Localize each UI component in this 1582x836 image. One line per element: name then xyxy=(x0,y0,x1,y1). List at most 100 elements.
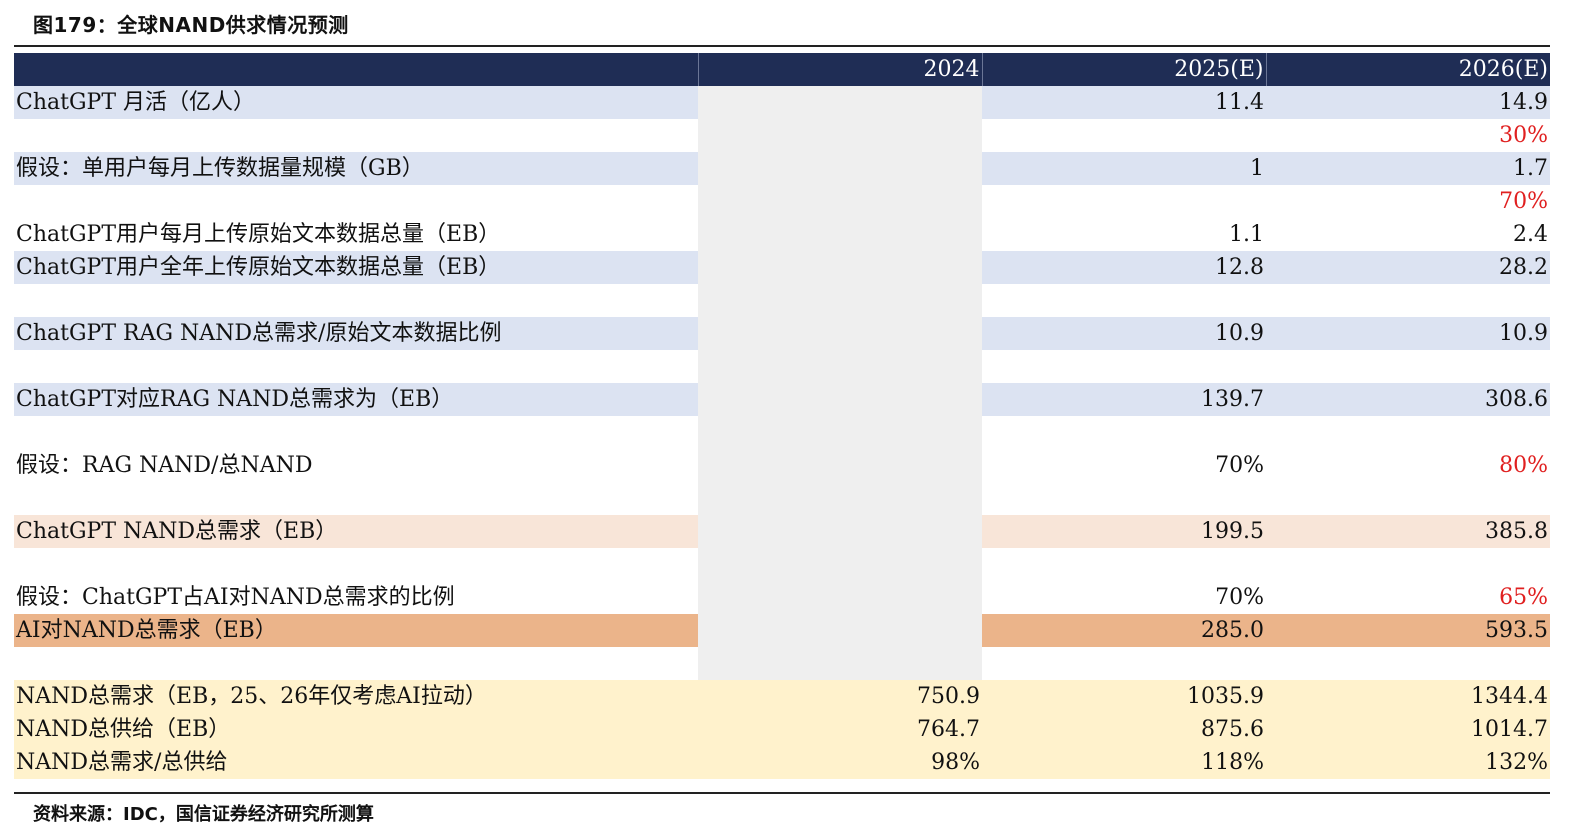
value-2026e xyxy=(1266,548,1550,581)
table-row: 70% xyxy=(14,185,1550,218)
value-2025e: 1 xyxy=(982,152,1266,185)
row-label xyxy=(14,185,698,218)
value-2024 xyxy=(698,218,982,251)
row-label xyxy=(14,350,698,383)
row-label xyxy=(14,416,698,449)
value-2024 xyxy=(698,482,982,515)
figure-title: 图179：全球NAND供求情况预测 xyxy=(33,13,349,37)
row-label: 假设：RAG NAND/总NAND xyxy=(16,453,313,478)
row-label: NAND总需求/总供给 xyxy=(14,746,698,779)
row-label: ChatGPT用户每月上传原始文本数据总量（EB） xyxy=(16,222,501,247)
value-2026e: 1014.7 xyxy=(1266,713,1550,746)
table-row: AI对NAND总需求（EB） 285.0 593.5 xyxy=(14,614,1550,647)
value-2025e xyxy=(982,416,1266,449)
value-2025e xyxy=(982,350,1266,383)
row-label: ChatGPT对应RAG NAND总需求为（EB） xyxy=(14,383,698,416)
value-2025e: 285.0 xyxy=(982,614,1266,647)
value-2024 xyxy=(698,383,982,416)
value-2026e xyxy=(1266,350,1550,383)
table-row: 假设：RAG NAND/总NAND 70% 80% xyxy=(14,449,1550,482)
value-2025e: 12.8 xyxy=(982,251,1266,284)
table-header-row: 2024 2025(E) 2026(E) xyxy=(14,53,1550,86)
row-label: ChatGPT用户全年上传原始文本数据总量（EB） xyxy=(14,251,698,284)
row-label: ChatGPT 月活（亿人） xyxy=(14,86,698,119)
table-row: NAND总需求（EB，25、26年仅考虑AI拉动） 750.9 1035.9 1344… xyxy=(14,680,1550,713)
row-label xyxy=(14,647,698,680)
table-row xyxy=(14,416,1550,449)
value-2025e: 118% xyxy=(982,746,1266,779)
value-2026e: 70% xyxy=(1499,189,1548,214)
value-2024: 98% xyxy=(698,746,982,779)
value-2026e: 1.7 xyxy=(1266,152,1550,185)
value-2026e: 65% xyxy=(1499,585,1548,610)
source-note: 资料来源：IDC，国信证券经济研究所测算 xyxy=(33,804,374,825)
row-label: ChatGPT NAND总需求（EB） xyxy=(14,515,698,548)
row-label: ChatGPT RAG NAND总需求/原始文本数据比例 xyxy=(14,317,698,350)
value-2026e: 385.8 xyxy=(1266,515,1550,548)
value-2026e: 132% xyxy=(1266,746,1550,779)
header-2026e: 2026(E) xyxy=(1266,53,1550,86)
value-2025e xyxy=(982,185,1266,218)
value-2026e: 2.4 xyxy=(1513,222,1548,247)
value-2024 xyxy=(698,581,982,614)
value-2025e: 199.5 xyxy=(982,515,1266,548)
table-row: 假设：单用户每月上传数据量规模（GB） 1 1.7 xyxy=(14,152,1550,185)
value-2024 xyxy=(698,449,982,482)
value-2025e: 70% xyxy=(1215,585,1264,610)
value-2024 xyxy=(698,86,982,119)
value-2024 xyxy=(698,284,982,317)
value-2025e xyxy=(982,284,1266,317)
row-label: NAND总需求（EB，25、26年仅考虑AI拉动） xyxy=(14,680,698,713)
value-2025e xyxy=(982,647,1266,680)
value-2025e: 11.4 xyxy=(982,86,1266,119)
table-row: ChatGPT 月活（亿人） 11.4 14.9 xyxy=(14,86,1550,119)
value-2026e: 308.6 xyxy=(1266,383,1550,416)
value-2024 xyxy=(698,548,982,581)
table-row xyxy=(14,647,1550,680)
value-2024 xyxy=(698,317,982,350)
value-2024: 764.7 xyxy=(698,713,982,746)
value-2026e: 10.9 xyxy=(1266,317,1550,350)
table-row: ChatGPT对应RAG NAND总需求为（EB） 139.7 308.6 xyxy=(14,383,1550,416)
value-2024 xyxy=(698,614,982,647)
row-label: NAND总供给（EB） xyxy=(14,713,698,746)
table-row xyxy=(14,482,1550,515)
row-label xyxy=(14,284,698,317)
value-2026e: 1344.4 xyxy=(1266,680,1550,713)
row-label xyxy=(14,548,698,581)
value-2026e: 14.9 xyxy=(1266,86,1550,119)
value-2024 xyxy=(698,350,982,383)
value-2025e xyxy=(982,119,1266,152)
table-row xyxy=(14,548,1550,581)
value-2024 xyxy=(698,416,982,449)
value-2026e xyxy=(1266,416,1550,449)
header-label-cell xyxy=(14,53,699,86)
row-label: AI对NAND总需求（EB） xyxy=(14,614,698,647)
row-label xyxy=(14,119,698,152)
row-label xyxy=(14,482,698,515)
value-2024 xyxy=(698,119,982,152)
table-row: 30% xyxy=(14,119,1550,152)
value-2024 xyxy=(698,251,982,284)
value-2026e: 80% xyxy=(1499,453,1548,478)
table-row: ChatGPT NAND总需求（EB） 199.5 385.8 xyxy=(14,515,1550,548)
value-2025e: 1035.9 xyxy=(982,680,1266,713)
value-2026e xyxy=(1266,284,1550,317)
value-2025e: 875.6 xyxy=(982,713,1266,746)
top-rule xyxy=(14,45,1550,47)
value-2024 xyxy=(698,185,982,218)
table-row: 假设：ChatGPT占AI对NAND总需求的比例 70% 65% xyxy=(14,581,1550,614)
value-2026e: 593.5 xyxy=(1266,614,1550,647)
bottom-rule xyxy=(14,792,1550,794)
nand-forecast-table: 2024 2025(E) 2026(E) ChatGPT 月活（亿人） 11.4 1… xyxy=(14,53,1550,779)
value-2026e xyxy=(1266,647,1550,680)
table-row: ChatGPT用户全年上传原始文本数据总量（EB） 12.8 28.2 xyxy=(14,251,1550,284)
header-2025e: 2025(E) xyxy=(982,53,1267,86)
table-row: NAND总需求/总供给 98% 118% 132% xyxy=(14,746,1550,779)
value-2025e: 1.1 xyxy=(1229,222,1264,247)
row-label: 假设：ChatGPT占AI对NAND总需求的比例 xyxy=(16,585,455,610)
row-label: 假设：单用户每月上传数据量规模（GB） xyxy=(14,152,698,185)
value-2025e xyxy=(982,548,1266,581)
table-row: ChatGPT用户每月上传原始文本数据总量（EB） 1.1 2.4 xyxy=(14,218,1550,251)
value-2025e xyxy=(982,482,1266,515)
